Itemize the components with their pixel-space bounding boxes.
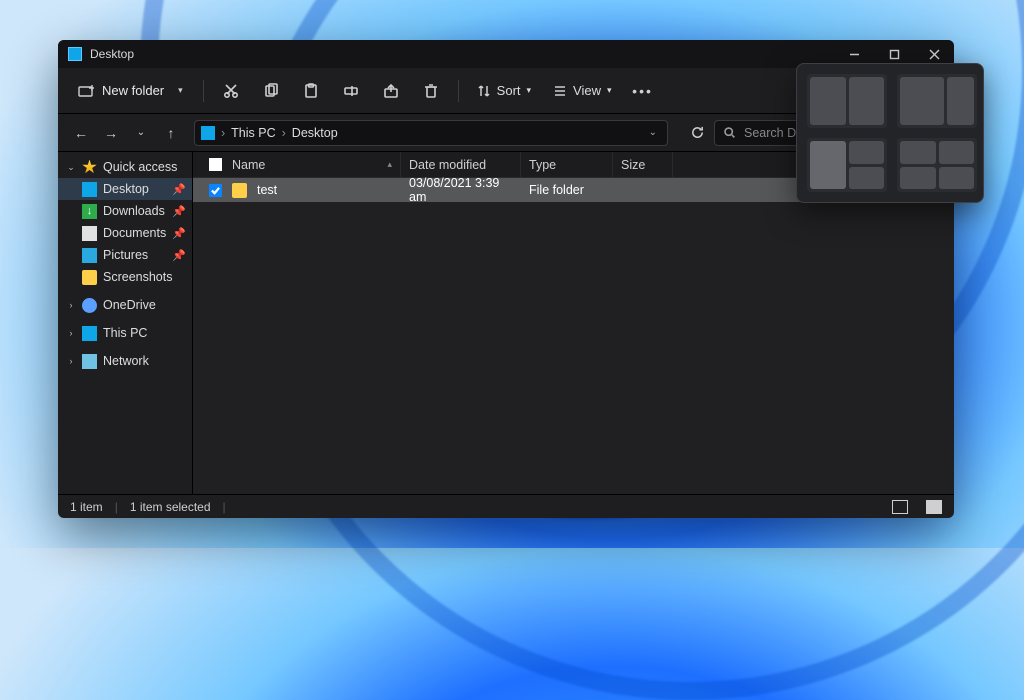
breadcrumb[interactable]: This PC: [231, 126, 275, 140]
monitor-icon: [82, 182, 97, 197]
column-label: Type: [529, 158, 556, 172]
sidebar-label: OneDrive: [103, 298, 156, 312]
pin-icon: 📌: [172, 205, 186, 218]
pin-icon: 📌: [172, 183, 186, 196]
view-button[interactable]: View ▾: [545, 77, 619, 104]
sidebar-item-documents[interactable]: Documents 📌: [58, 222, 192, 244]
sort-button[interactable]: Sort ▾: [469, 77, 539, 104]
sidebar-item-label: Desktop: [103, 182, 149, 196]
sidebar-label: Quick access: [103, 160, 177, 174]
recent-button[interactable]: ⌄: [128, 120, 154, 146]
address-bar[interactable]: › This PC › Desktop ⌄: [194, 120, 668, 146]
status-bar: 1 item | 1 item selected |: [58, 494, 954, 518]
more-button[interactable]: •••: [626, 74, 660, 108]
folder-icon: [232, 183, 247, 198]
network-icon: [82, 354, 97, 369]
row-checkbox[interactable]: [209, 184, 222, 197]
picture-icon: [82, 248, 97, 263]
window-title: Desktop: [90, 47, 134, 61]
sidebar-onedrive[interactable]: › OneDrive: [58, 294, 192, 316]
column-date[interactable]: Date modified: [401, 152, 521, 177]
sidebar-item-downloads[interactable]: Downloads 📌: [58, 200, 192, 222]
sidebar-label: Network: [103, 354, 149, 368]
sort-indicator-icon: ▴: [387, 159, 392, 170]
copy-button[interactable]: [254, 74, 288, 108]
new-folder-label: New folder: [102, 83, 164, 98]
forward-button[interactable]: →: [98, 120, 124, 146]
sidebar-item-screenshots[interactable]: Screenshots: [58, 266, 192, 288]
chevron-down-icon: ⌄: [66, 162, 76, 173]
sidebar-item-label: Screenshots: [103, 270, 172, 284]
download-icon: [82, 204, 97, 219]
sidebar-network[interactable]: › Network: [58, 350, 192, 372]
sidebar-quick-access[interactable]: ⌄ Quick access: [58, 156, 192, 178]
delete-button[interactable]: [414, 74, 448, 108]
chevron-right-icon: ›: [66, 300, 76, 310]
chevron-down-icon[interactable]: ⌄: [645, 123, 661, 142]
cloud-icon: [82, 298, 97, 313]
snap-layouts-flyout: [796, 63, 984, 203]
monitor-icon: [82, 326, 97, 341]
column-label: Size: [621, 158, 645, 172]
file-type: File folder: [521, 183, 613, 197]
column-label: Name: [232, 158, 265, 172]
snap-layout-option[interactable]: [897, 74, 977, 128]
column-type[interactable]: Type: [521, 152, 613, 177]
status-count: 1 item: [70, 500, 103, 514]
sort-label: Sort: [497, 83, 521, 98]
chevron-down-icon: ▾: [607, 85, 612, 96]
sidebar-thispc[interactable]: › This PC: [58, 322, 192, 344]
snap-layout-option[interactable]: [807, 138, 887, 192]
cut-button[interactable]: [214, 74, 248, 108]
sidebar-item-pictures[interactable]: Pictures 📌: [58, 244, 192, 266]
separator: [458, 80, 459, 102]
monitor-icon: [68, 47, 82, 61]
back-button[interactable]: ←: [68, 120, 94, 146]
chevron-down-icon: ▾: [178, 85, 183, 96]
breadcrumb[interactable]: Desktop: [292, 126, 338, 140]
sidebar-item-label: Documents: [103, 226, 166, 240]
file-date: 03/08/2021 3:39 am: [401, 176, 521, 204]
document-icon: [82, 226, 97, 241]
select-all-checkbox[interactable]: [209, 158, 222, 171]
share-button[interactable]: [374, 74, 408, 108]
chevron-down-icon: ▾: [527, 85, 532, 96]
view-label: View: [573, 83, 601, 98]
folder-icon: [82, 270, 97, 285]
chevron-right-icon: ›: [66, 356, 76, 366]
new-folder-button[interactable]: New folder ▾: [68, 77, 193, 105]
sidebar-item-label: Downloads: [103, 204, 165, 218]
snap-layout-option[interactable]: [807, 74, 887, 128]
paste-button[interactable]: [294, 74, 328, 108]
column-name[interactable]: Name ▴: [201, 152, 401, 177]
sidebar: ⌄ Quick access Desktop 📌 Downloads 📌 Doc…: [58, 152, 193, 494]
details-view-button[interactable]: [892, 500, 908, 514]
snap-layout-option[interactable]: [897, 138, 977, 192]
sidebar-label: This PC: [103, 326, 147, 340]
separator: [203, 80, 204, 102]
search-icon: [723, 126, 736, 139]
status-selected: 1 item selected: [130, 500, 211, 514]
file-name: test: [257, 183, 277, 197]
sidebar-item-label: Pictures: [103, 248, 148, 262]
star-icon: [82, 160, 97, 175]
monitor-icon: [201, 126, 215, 140]
pin-icon: 📌: [172, 227, 186, 240]
column-label: Date modified: [409, 158, 486, 172]
refresh-button[interactable]: [684, 120, 710, 146]
sidebar-item-desktop[interactable]: Desktop 📌: [58, 178, 192, 200]
file-list: Name ▴ Date modified Type Size test 03/0…: [193, 152, 954, 494]
pin-icon: 📌: [172, 249, 186, 262]
thumbnails-view-button[interactable]: [926, 500, 942, 514]
rename-button[interactable]: [334, 74, 368, 108]
column-size[interactable]: Size: [613, 152, 673, 177]
chevron-right-icon: ›: [66, 328, 76, 338]
up-button[interactable]: ↑: [158, 120, 184, 146]
